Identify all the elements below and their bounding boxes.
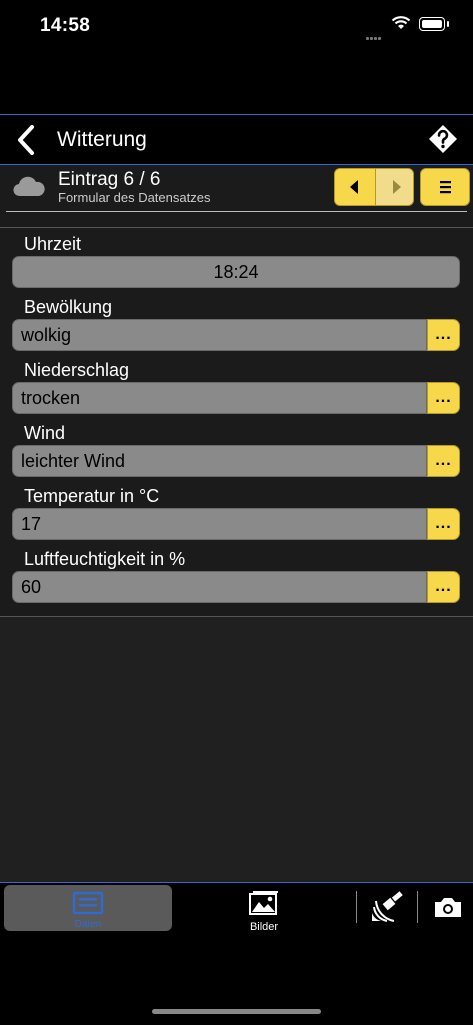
photos-icon <box>249 891 278 915</box>
hamburger-menu-icon <box>440 181 451 194</box>
record-entry-label: Eintrag 6 / 6 <box>58 169 161 190</box>
cloud-icon <box>13 176 45 197</box>
triangle-right-icon <box>393 180 401 194</box>
humidity-field[interactable]: 60 <box>12 571 427 603</box>
tab-daten[interactable]: Daten <box>4 885 172 931</box>
gps-satellite-icon[interactable] <box>370 891 406 923</box>
record-navigation <box>334 168 414 206</box>
form-icon <box>72 891 104 915</box>
temperature-field[interactable]: 17 <box>12 508 427 540</box>
battery-icon <box>419 17 449 31</box>
precipitation-field[interactable]: trocken <box>12 382 427 414</box>
header-divider <box>6 211 467 212</box>
wind-picker-button[interactable]: ... <box>427 445 460 477</box>
tab-separator <box>417 891 418 923</box>
precipitation-picker-button[interactable]: ... <box>427 382 460 414</box>
field-label-uhrzeit: Uhrzeit <box>24 234 82 254</box>
temperature-picker-button[interactable]: ... <box>427 508 460 540</box>
camera-icon[interactable] <box>433 895 463 919</box>
empty-content-area <box>0 617 473 882</box>
next-record-button[interactable] <box>375 169 413 205</box>
navigation-bar: Witterung <box>0 114 473 165</box>
record-form: Uhrzeit 18:24 Bewölkung wolkig ... Niede… <box>0 228 473 616</box>
page-title: Witterung <box>57 128 147 151</box>
humidity-picker-button[interactable]: ... <box>427 571 460 603</box>
field-label-temperature: Temperatur in °C <box>24 486 160 506</box>
tab-daten-label: Daten <box>74 919 102 930</box>
help-icon[interactable] <box>428 124 458 154</box>
cloudiness-field[interactable]: wolkig <box>12 319 427 351</box>
record-subtitle: Formular des Datensatzes <box>58 190 211 205</box>
back-chevron-icon[interactable] <box>12 124 40 156</box>
previous-record-button[interactable] <box>335 169 375 205</box>
tab-separator <box>356 891 357 923</box>
status-time: 14:58 <box>40 15 91 36</box>
wifi-icon <box>391 16 411 29</box>
field-label-bewoelkung: Bewölkung <box>24 297 113 317</box>
time-field[interactable]: 18:24 <box>12 256 460 288</box>
tab-bilder[interactable]: Bilder <box>236 887 292 933</box>
field-label-humidity: Luftfeuchtigkeit in % <box>24 549 186 569</box>
field-label-wind: Wind <box>24 423 66 443</box>
menu-button[interactable] <box>420 168 470 206</box>
wind-field[interactable]: leichter Wind <box>12 445 427 477</box>
triangle-left-icon <box>350 180 358 194</box>
cloudiness-picker-button[interactable]: ... <box>427 319 460 351</box>
status-bar: 14:58 <box>0 0 473 52</box>
home-indicator <box>152 1009 321 1014</box>
record-header: Eintrag 6 / 6 Formular des Datensatzes <box>0 165 473 227</box>
tab-bilder-label: Bilder <box>249 921 279 933</box>
cellular-signal-icon <box>366 27 382 45</box>
tab-bar: Daten Bilder <box>0 882 473 1025</box>
field-label-niederschlag: Niederschlag <box>24 360 130 380</box>
